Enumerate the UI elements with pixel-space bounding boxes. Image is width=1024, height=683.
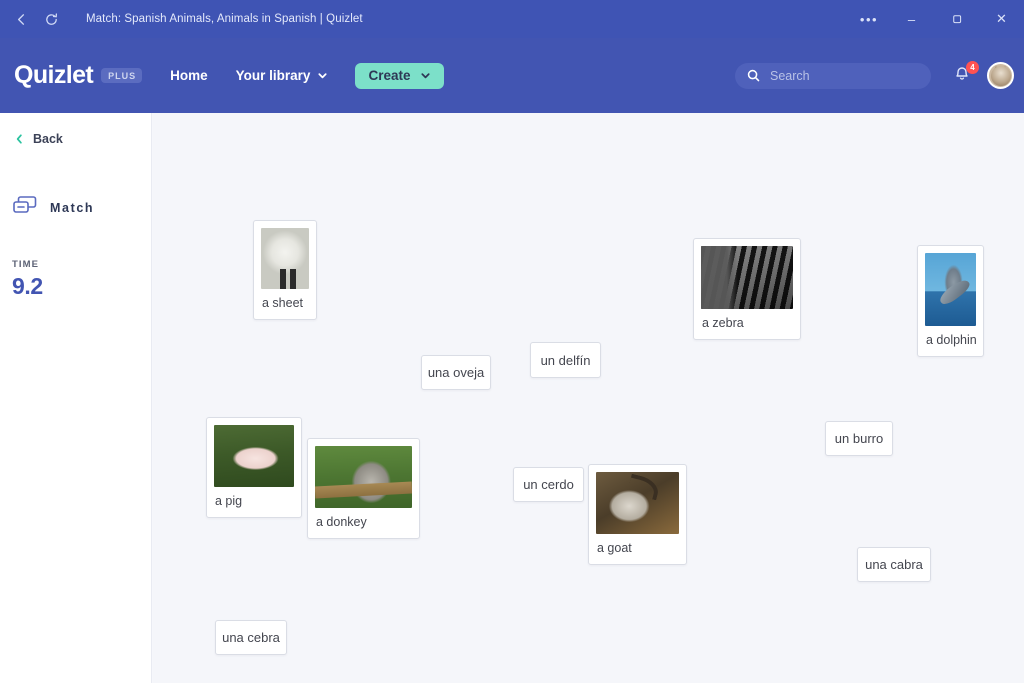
- match-card-label: un delfín: [540, 352, 591, 368]
- match-board: a sheet a zebra a dolphin una oveja un delfí…: [153, 113, 1024, 683]
- match-card-una-oveja[interactable]: una oveja: [421, 355, 491, 390]
- sidebar-back-label: Back: [33, 132, 63, 146]
- browser-back-icon[interactable]: [6, 4, 36, 34]
- sidebar-item-match[interactable]: Match: [12, 195, 151, 220]
- sidebar-back-button[interactable]: Back: [14, 132, 151, 146]
- notification-count-badge: 4: [966, 60, 979, 74]
- match-card-a-goat[interactable]: a goat: [588, 464, 687, 565]
- search-input[interactable]: Search: [735, 62, 931, 89]
- match-card-a-donkey[interactable]: a donkey: [307, 438, 420, 539]
- avatar-face: [990, 65, 1011, 86]
- chevron-down-icon: [317, 70, 328, 81]
- notifications-button[interactable]: 4: [951, 60, 979, 88]
- zebra-photo: [701, 246, 793, 309]
- timer-value: 9.2: [12, 273, 43, 299]
- search-icon: [747, 69, 760, 82]
- plus-badge: PLUS: [101, 68, 143, 83]
- match-card-label: a dolphin: [926, 333, 977, 347]
- window-controls: ••• – ✕: [849, 0, 1024, 38]
- dolphin-photo: [925, 253, 976, 326]
- match-card-a-zebra[interactable]: a zebra: [693, 238, 801, 340]
- nav-library-label: Your library: [235, 68, 311, 83]
- match-card-label: a sheet: [262, 296, 304, 310]
- match-card-label: a zebra: [702, 316, 744, 330]
- match-card-un-delfin[interactable]: un delfín: [530, 342, 601, 378]
- chevron-left-icon: [14, 133, 25, 145]
- timer-block: TIME 9.2: [12, 259, 151, 300]
- nav-link-your-library[interactable]: Your library: [236, 68, 329, 83]
- match-card-label: a goat: [597, 541, 632, 555]
- nav-home-label: Home: [170, 68, 208, 83]
- match-card-un-cerdo[interactable]: un cerdo: [513, 467, 584, 502]
- create-label: Create: [368, 68, 411, 83]
- window-more-icon[interactable]: •••: [849, 0, 889, 38]
- chevron-down-icon: [420, 70, 431, 81]
- donkey-photo: [315, 446, 412, 508]
- avatar[interactable]: [987, 62, 1014, 89]
- match-card-label: una oveja: [427, 365, 485, 380]
- goat-photo: [596, 472, 679, 534]
- match-card-a-pig[interactable]: a pig: [206, 417, 302, 518]
- match-card-label: una cabra: [865, 557, 923, 572]
- match-card-label: a pig: [215, 494, 243, 508]
- match-card-label: a donkey: [316, 515, 367, 529]
- match-card-un-burro[interactable]: un burro: [825, 421, 893, 456]
- sidebar-match-label: Match: [50, 200, 95, 215]
- match-card-label: un cerdo: [523, 477, 574, 492]
- pig-photo: [214, 425, 294, 487]
- create-button[interactable]: Create: [355, 62, 445, 89]
- reload-icon[interactable]: [36, 4, 66, 34]
- match-card-label: una cebra: [222, 630, 280, 645]
- window-title: Match: Spanish Animals, Animals in Spani…: [86, 13, 363, 25]
- timer-label: TIME: [12, 259, 40, 270]
- sidebar: Back Match TIME 9.2: [0, 113, 152, 683]
- quizlet-match-window: Match: Spanish Animals, Animals in Spani…: [0, 0, 1024, 683]
- match-icon: [12, 195, 38, 220]
- search-placeholder: Search: [770, 68, 810, 83]
- match-card-una-cebra[interactable]: una cebra: [215, 620, 287, 655]
- match-card-label: un burro: [834, 431, 884, 446]
- window-minimize-button[interactable]: –: [889, 0, 934, 38]
- window-close-button[interactable]: ✕: [979, 0, 1024, 38]
- navbar-right-group: Search 4: [735, 60, 1024, 89]
- window-restore-icon[interactable]: [934, 0, 979, 38]
- quizlet-navbar: Quizlet PLUS Home Your library Create Se…: [0, 38, 1024, 113]
- quizlet-logo[interactable]: Quizlet: [14, 61, 94, 90]
- nav-link-home[interactable]: Home: [170, 68, 208, 83]
- match-card-a-sheet[interactable]: a sheet: [253, 220, 317, 320]
- match-card-una-cabra[interactable]: una cabra: [857, 547, 931, 582]
- match-card-a-dolphin[interactable]: a dolphin: [917, 245, 984, 357]
- window-titlebar: Match: Spanish Animals, Animals in Spani…: [0, 0, 1024, 38]
- sheep-photo: [261, 228, 309, 289]
